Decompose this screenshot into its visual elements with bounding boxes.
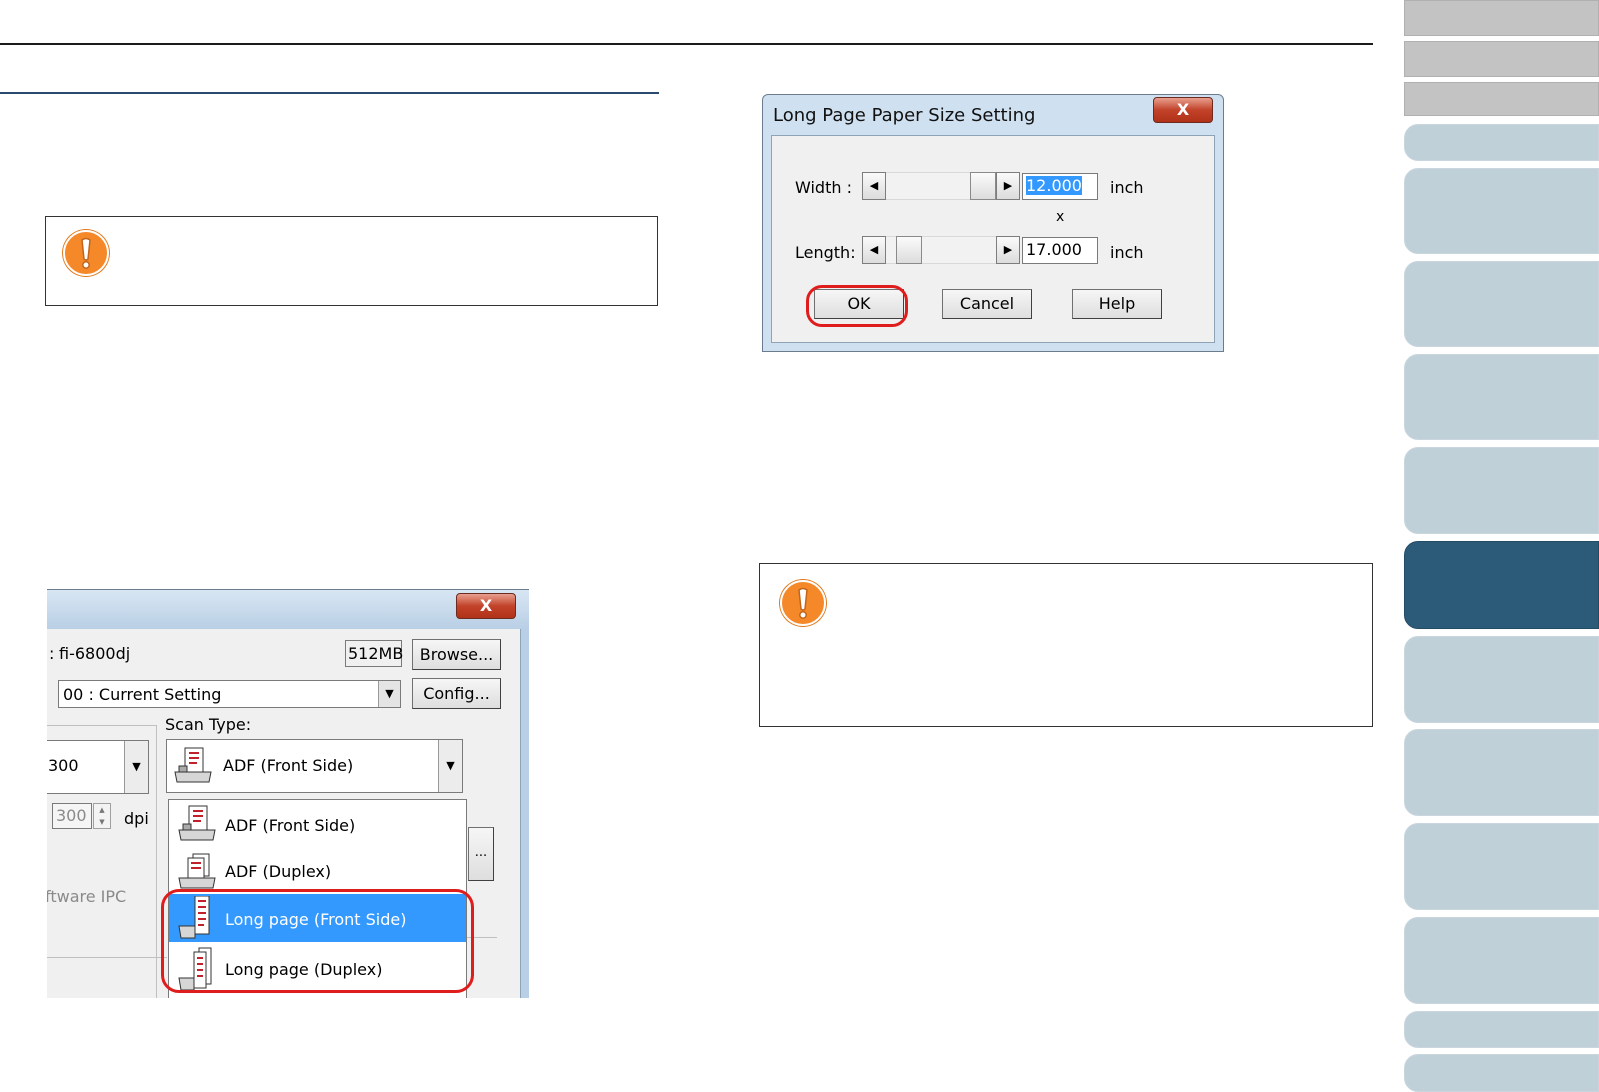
- nav-tab-14[interactable]: [1404, 1011, 1599, 1048]
- width-label: Width :: [795, 178, 852, 197]
- width-unit: inch: [1110, 178, 1144, 197]
- nav-tab-10[interactable]: [1404, 636, 1599, 723]
- scan-type-select[interactable]: ADF (Front Side) ▼: [166, 739, 463, 793]
- lower-panel-rule: [47, 957, 167, 958]
- warning-note-box-2: [759, 563, 1373, 727]
- config-button[interactable]: Config...: [412, 678, 501, 709]
- browse-button[interactable]: Browse...: [412, 639, 501, 670]
- width-value: 12.000: [1026, 176, 1082, 195]
- help-button[interactable]: Help: [1072, 289, 1162, 319]
- scanner-name: fi-6800dj: [59, 644, 131, 663]
- close-button[interactable]: X: [456, 593, 516, 619]
- length-unit: inch: [1110, 243, 1144, 262]
- warning-note-box: [45, 216, 658, 306]
- setting-value: 00 : Current Setting: [63, 685, 222, 704]
- scan-type-option[interactable]: ADF (Duplex): [169, 848, 466, 892]
- software-label: ftware IPC: [47, 887, 127, 906]
- memory-value: 512MB: [348, 644, 404, 663]
- scan-type-option-label: ADF (Duplex): [225, 862, 332, 881]
- cancel-button[interactable]: Cancel: [942, 289, 1032, 319]
- length-scroll-thumb[interactable]: [896, 236, 922, 264]
- length-scroll-left-arrow[interactable]: ◀: [862, 236, 886, 264]
- close-button[interactable]: X: [1153, 97, 1213, 123]
- dpi-label: dpi: [124, 809, 149, 828]
- custom-resolution-value: 300: [56, 806, 87, 825]
- nav-tab-1[interactable]: [1404, 0, 1599, 36]
- length-scroll-right-arrow[interactable]: ▶: [996, 236, 1020, 264]
- length-input[interactable]: 17.000: [1022, 237, 1098, 264]
- scanner-label: :: [49, 644, 55, 663]
- width-scroll-thumb[interactable]: [970, 172, 996, 200]
- scan-type-option-label: ADF (Front Side): [225, 816, 356, 835]
- nav-tab-5[interactable]: [1404, 168, 1599, 254]
- nav-tab-6[interactable]: [1404, 261, 1599, 347]
- nav-tab-3[interactable]: [1404, 82, 1599, 116]
- more-button[interactable]: ...: [468, 827, 494, 881]
- width-scroll-right-arrow[interactable]: ▶: [996, 172, 1020, 200]
- scan-type-option[interactable]: ADF (Front Side): [169, 802, 466, 846]
- scan-type-value: ADF (Front Side): [223, 756, 354, 775]
- length-value: 17.000: [1026, 240, 1082, 259]
- warning-icon: [63, 230, 109, 276]
- warning-icon: [780, 580, 826, 626]
- section-rule: [0, 92, 659, 94]
- custom-resolution-input: 300: [52, 803, 92, 829]
- nav-tab-2[interactable]: [1404, 41, 1599, 77]
- dialog-title: Long Page Paper Size Setting: [773, 105, 1036, 126]
- resolution-spinner[interactable]: ▲ ▼: [93, 803, 111, 829]
- width-input[interactable]: 12.000: [1022, 173, 1098, 200]
- memory-field: 512MB: [345, 640, 404, 667]
- nav-tab-7[interactable]: [1404, 354, 1599, 440]
- width-scroll-left-arrow[interactable]: ◀: [862, 172, 886, 200]
- resolution-select[interactable]: 300 ▼: [47, 740, 149, 794]
- nav-tab-11[interactable]: [1404, 729, 1599, 816]
- chevron-down-icon: ▼: [124, 741, 148, 793]
- nav-tab-8[interactable]: [1404, 447, 1599, 534]
- scanner-frame-edge: [521, 629, 529, 998]
- setting-select[interactable]: 00 : Current Setting ▼: [58, 680, 401, 708]
- scanner-icon: [171, 746, 215, 792]
- chevron-down-icon: ▼: [378, 681, 400, 707]
- nav-tab-13[interactable]: [1404, 917, 1599, 1004]
- scan-type-label: Scan Type:: [165, 715, 252, 734]
- resolution-value: 300: [48, 756, 79, 775]
- chevron-down-icon: ▼: [438, 740, 462, 792]
- scanner-icon: [175, 804, 219, 850]
- nav-tab-15[interactable]: [1404, 1054, 1599, 1092]
- header-rule: [0, 43, 1373, 45]
- ok-highlight-ring: [806, 285, 908, 327]
- long-page-highlight-ring: [161, 889, 474, 993]
- length-label: Length:: [795, 243, 856, 262]
- nav-tab-4[interactable]: [1404, 124, 1599, 161]
- nav-tab-active[interactable]: [1404, 541, 1599, 629]
- times-sign: x: [1056, 209, 1065, 225]
- nav-tab-12[interactable]: [1404, 823, 1599, 910]
